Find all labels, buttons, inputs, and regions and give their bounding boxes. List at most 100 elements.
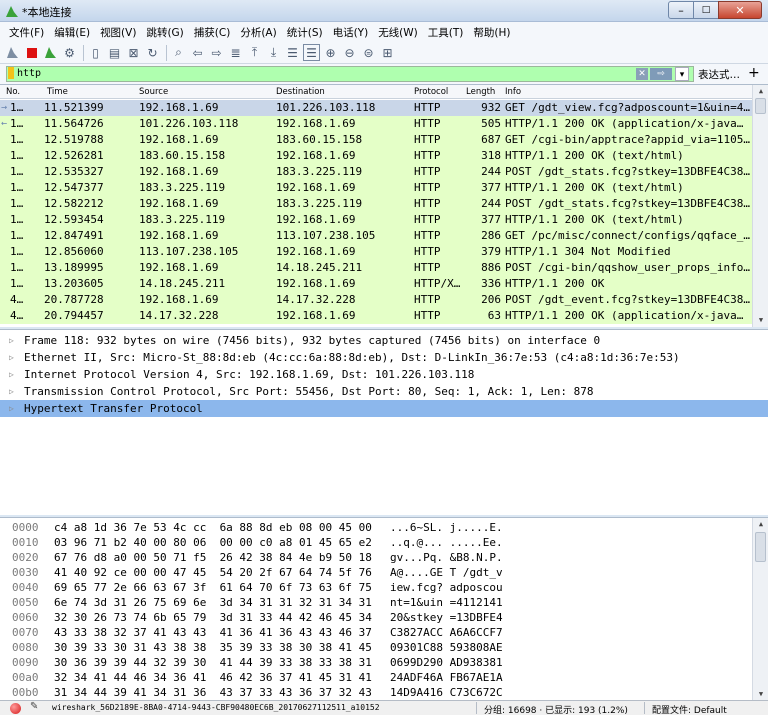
byte-row[interactable]: 0090 30 36 39 39 44 32 39 30 41 44 39 33 … (0, 655, 752, 670)
packet-list-scrollbar[interactable]: ▲ ▼ (752, 85, 768, 327)
detail-row-ethernet[interactable]: ▷ Ethernet II, Src: Micro-St_88:8d:eb (4c… (0, 349, 768, 366)
packet-cell-dst: 183.3.225.119 (276, 165, 363, 178)
menu-wireless[interactable]: 无线(W) (373, 25, 423, 40)
packet-cell-no: 1… (10, 133, 24, 146)
zoom-out-icon[interactable]: ⊖ (341, 44, 358, 61)
menu-statistics[interactable]: 统计(S) (282, 25, 328, 40)
col-no[interactable]: No. (6, 87, 20, 97)
expand-arrow-icon[interactable]: ▷ (9, 383, 14, 400)
capture-comment-icon[interactable]: ✎ (30, 701, 38, 712)
go-to-packet-icon[interactable]: ≣ (227, 44, 244, 61)
close-button[interactable]: ✕ (718, 1, 762, 19)
col-time[interactable]: Time (47, 87, 68, 97)
display-filter-input[interactable]: http (6, 66, 694, 82)
filter-bookmark-icon[interactable] (8, 67, 14, 79)
packet-cell-dst: 192.168.1.69 (276, 245, 356, 258)
byte-row[interactable]: 0010 03 96 71 b2 40 00 80 06 00 00 c0 a8 … (0, 535, 752, 550)
scroll-down-icon[interactable]: ▼ (753, 688, 768, 700)
byte-row[interactable]: 0030 41 40 92 ce 00 00 47 45 54 20 2f 67 … (0, 565, 752, 580)
detail-row-tcp[interactable]: ▷ Transmission Control Protocol, Src Port… (0, 383, 768, 400)
byte-row[interactable]: 0060 32 30 26 73 74 6b 65 79 3d 31 33 44 … (0, 610, 752, 625)
find-icon[interactable]: ⌕ (170, 44, 187, 61)
expand-arrow-icon[interactable]: ▷ (9, 366, 14, 383)
close-file-icon[interactable]: ⊠ (125, 44, 142, 61)
packet-row[interactable]: 1… 12.847491 192.168.1.69 113.107.238.105 HT… (0, 228, 752, 244)
byte-row[interactable]: 00a0 32 34 41 44 46 34 36 41 46 42 36 37 … (0, 670, 752, 685)
detail-row-ipv4[interactable]: ▷ Internet Protocol Version 4, Src: 192.1… (0, 366, 768, 383)
packet-row[interactable]: 1… 12.547377 183.3.225.119 192.168.1.69 HTTP… (0, 180, 752, 196)
zoom-normal-icon[interactable]: ⊜ (360, 44, 377, 61)
col-destination[interactable]: Destination (276, 87, 325, 97)
packet-cell-len: 377 (481, 213, 501, 226)
menu-tools[interactable]: 工具(T) (423, 25, 469, 40)
packet-row[interactable]: 4… 20.794457 14.17.32.228 192.168.1.69 HTTP 6… (0, 308, 752, 324)
colorize-icon[interactable]: ☰ (303, 44, 320, 61)
options-gear-icon[interactable]: ⚙ (61, 44, 78, 61)
detail-row-frame[interactable]: ▷ Frame 118: 932 bytes on wire (7456 bits… (0, 332, 768, 349)
byte-row[interactable]: 0000 c4 a8 1d 36 7e 53 4c cc 6a 88 8d eb … (0, 520, 752, 535)
minimize-button[interactable]: – (668, 1, 694, 19)
col-protocol[interactable]: Protocol (414, 87, 448, 97)
scroll-up-icon[interactable]: ▲ (753, 85, 768, 97)
menu-edit[interactable]: 编辑(E) (49, 25, 95, 40)
filter-clear-icon[interactable]: ✕ (636, 68, 648, 80)
back-arrow-icon[interactable]: ⇦ (189, 44, 206, 61)
profile-indicator[interactable]: 配置文件: Default (652, 703, 727, 715)
packet-row[interactable]: 1… 13.189995 192.168.1.69 14.18.245.211 HTTP… (0, 260, 752, 276)
restart-icon[interactable] (42, 44, 59, 61)
maximize-button[interactable]: □ (693, 1, 719, 19)
scroll-up-icon[interactable]: ▲ (753, 518, 768, 530)
reload-icon[interactable]: ↻ (144, 44, 161, 61)
detail-row-http[interactable]: ▷ Hypertext Transfer Protocol (0, 400, 768, 417)
packet-row[interactable]: 1… 11.564726 101.226.103.118 192.168.1.69 HT… (0, 116, 752, 132)
bytes-scroll-thumb[interactable] (755, 532, 766, 562)
packet-cell-dst: 192.168.1.69 (276, 149, 356, 162)
menu-go[interactable]: 跳转(G) (141, 25, 188, 40)
add-filter-button[interactable]: + (748, 65, 760, 81)
packet-row[interactable]: 1… 12.582212 192.168.1.69 183.3.225.119 HTTP… (0, 196, 752, 212)
col-length[interactable]: Length (466, 87, 495, 97)
menu-help[interactable]: 帮助(H) (468, 25, 515, 40)
packet-row[interactable]: 1… 12.593454 183.3.225.119 192.168.1.69 HTTP… (0, 212, 752, 228)
filter-history-dropdown-icon[interactable]: ▾ (675, 67, 689, 81)
byte-row[interactable]: 0070 43 33 38 32 37 41 43 43 41 36 41 36 … (0, 625, 752, 640)
menu-view[interactable]: 视图(V) (95, 25, 141, 40)
filter-apply-icon[interactable]: ⇨ (650, 68, 672, 80)
packet-row[interactable]: 1… 12.519788 192.168.1.69 183.60.15.158 HTTP… (0, 132, 752, 148)
col-info[interactable]: Info (505, 87, 521, 97)
autoscroll-icon[interactable]: ☰ (284, 44, 301, 61)
resize-columns-icon[interactable]: ⊞ (379, 44, 396, 61)
packet-row[interactable]: 1… 12.526281 183.60.15.158 192.168.1.69 HTTP… (0, 148, 752, 164)
byte-row[interactable]: 0050 6e 74 3d 31 26 75 69 6e 3d 34 31 31 … (0, 595, 752, 610)
packet-list-scroll-thumb[interactable] (755, 98, 766, 114)
packet-row[interactable]: 1… 12.535327 192.168.1.69 183.3.225.119 HTTP… (0, 164, 752, 180)
expand-arrow-icon[interactable]: ▷ (9, 349, 14, 366)
packet-row[interactable]: 1… 12.856060 113.107.238.105 192.168.1.69 HT… (0, 244, 752, 260)
packet-row[interactable]: 1… 11.521399 192.168.1.69 101.226.103.118 HT… (0, 100, 752, 116)
byte-row[interactable]: 0020 67 76 d8 a0 00 50 71 f5 26 42 38 84 … (0, 550, 752, 565)
byte-row[interactable]: 0080 30 39 33 30 31 43 38 38 35 39 33 38 … (0, 640, 752, 655)
open-file-icon[interactable]: ▯ (87, 44, 104, 61)
byte-row[interactable]: 00b0 31 34 44 39 41 34 31 36 43 37 33 43 … (0, 685, 752, 700)
packet-row[interactable]: 4… 20.787728 192.168.1.69 14.17.32.228 HTTP 2… (0, 292, 752, 308)
last-packet-icon[interactable]: ⤓ (265, 44, 282, 61)
menu-file[interactable]: 文件(F) (4, 25, 49, 40)
menu-telephony[interactable]: 电话(Y) (328, 25, 374, 40)
expand-arrow-icon[interactable]: ▷ (9, 332, 14, 349)
expression-button[interactable]: 表达式… (698, 67, 740, 82)
menu-analyze[interactable]: 分析(A) (235, 25, 281, 40)
forward-arrow-icon[interactable]: ⇨ (208, 44, 225, 61)
stop-icon[interactable] (23, 44, 40, 61)
expert-info-icon[interactable] (10, 703, 21, 714)
first-packet-icon[interactable]: ⤒ (246, 44, 263, 61)
col-source[interactable]: Source (139, 87, 168, 97)
byte-row[interactable]: 0040 69 65 77 2e 66 63 67 3f 61 64 70 6f … (0, 580, 752, 595)
scroll-down-icon[interactable]: ▼ (753, 314, 768, 326)
menu-capture[interactable]: 捕获(C) (189, 25, 236, 40)
save-file-icon[interactable]: ▤ (106, 44, 123, 61)
packet-row[interactable]: 1… 13.203605 14.18.245.211 192.168.1.69 HTTP… (0, 276, 752, 292)
shark-fin-start-icon[interactable] (4, 44, 21, 61)
bytes-scrollbar[interactable]: ▲ ▼ (752, 518, 768, 701)
expand-arrow-icon[interactable]: ▷ (9, 400, 14, 417)
zoom-in-icon[interactable]: ⊕ (322, 44, 339, 61)
